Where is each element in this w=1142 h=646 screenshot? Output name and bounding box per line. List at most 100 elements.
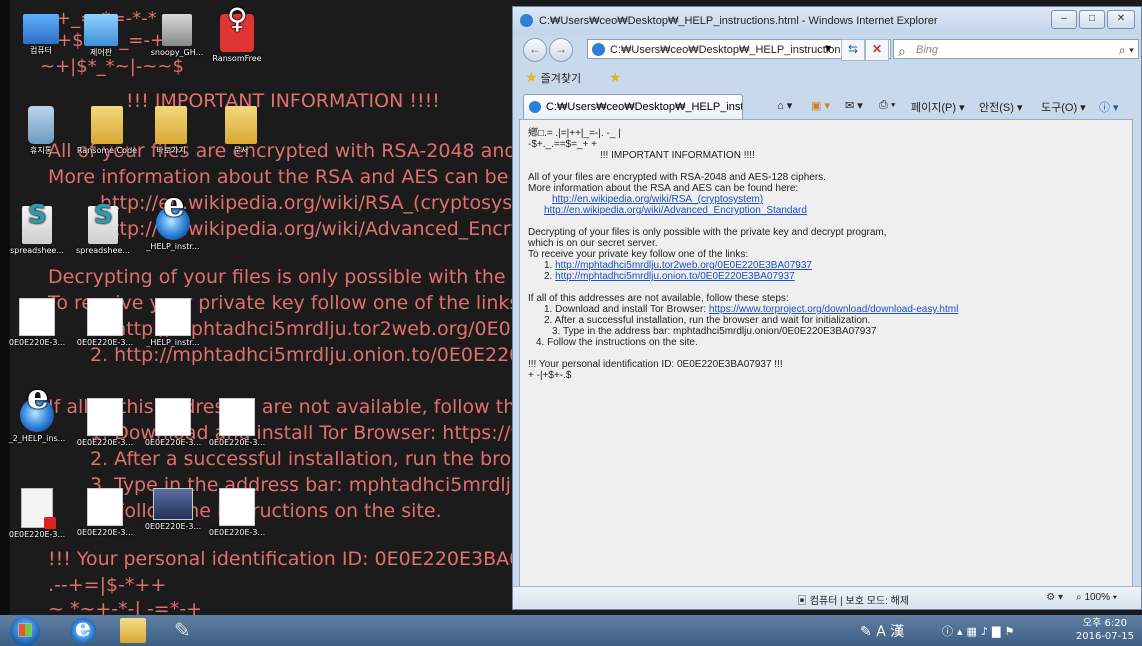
- desktop-icon-spreadsheet[interactable]: spreadshee...: [66, 206, 140, 256]
- desktop-icon-encrypted-file[interactable]: 0E0E220E-3...: [0, 488, 74, 540]
- volume-icon[interactable]: ♪: [981, 625, 992, 638]
- junk-line: + -|+$+-.$: [528, 370, 572, 381]
- desktop-icon-encrypted-file[interactable]: 0E0E220E-3...: [68, 488, 142, 538]
- flag-icon[interactable]: ⚑: [1004, 625, 1018, 638]
- forward-button[interactable]: →: [549, 38, 573, 62]
- desktop-icon-ransomfree[interactable]: RansomFree: [200, 14, 274, 64]
- refresh-button[interactable]: ⇆: [841, 39, 865, 61]
- junk-line: 鄕□.= .|=|++|_=-|. -_ |: [528, 128, 621, 139]
- link-torproject[interactable]: https://www.torproject.org/download/down…: [709, 304, 958, 315]
- safety-menu[interactable]: 안전(S) ▾: [979, 99, 1022, 115]
- desktop-icon-encrypted-file[interactable]: 0E0E220E-3...: [136, 488, 210, 532]
- search-box[interactable]: ⌕ Bing ⌕ ▾: [893, 39, 1139, 59]
- document-icon: [87, 398, 123, 436]
- tab-row: C:₩Users₩ceo₩Desktop₩_HELP_inst... ⌂ ▾ ▣…: [513, 91, 1141, 119]
- help-icon[interactable]: ⓘ: [942, 625, 957, 638]
- link-onion[interactable]: http://mphtadhci5mrdlju.onion.to/0E0E220…: [555, 271, 795, 282]
- zoom-icon: ⌕: [1076, 592, 1082, 603]
- favorites-button[interactable]: ★ 즐겨찾기: [525, 69, 581, 86]
- desktop-icon-ransome-code[interactable]: Ransome Code: [70, 106, 144, 156]
- desktop-icon-encrypted-file[interactable]: 0E0E220E-3...: [68, 398, 142, 448]
- clock[interactable]: 오후 6:20 2016-07-15: [1076, 617, 1134, 643]
- folder-icon: [155, 106, 187, 144]
- tab-label: C:₩Users₩ceo₩Desktop₩_HELP_inst...: [546, 101, 743, 113]
- desktop-icon-encrypted-file[interactable]: 0E0E220E-3...: [200, 398, 274, 448]
- desktop-icon-label: 문서: [233, 146, 249, 155]
- step-text: 4. Follow the instructions on the site.: [536, 337, 698, 348]
- spreadsheet-icon: [88, 206, 118, 244]
- desktop-icon-encrypted-file[interactable]: 0E0E220E-3...: [68, 298, 142, 348]
- spreadsheet-icon: [22, 206, 52, 244]
- taskbar-paint-icon[interactable]: [170, 618, 196, 643]
- address-dropdown-icon[interactable]: ▾: [821, 39, 835, 59]
- desktop-icon-label: 0E0E220E-3...: [144, 522, 202, 531]
- stop-button[interactable]: ✕: [865, 39, 889, 61]
- document-icon: [87, 298, 123, 336]
- link-aes[interactable]: http://en.wikipedia.org/wiki/Advanced_En…: [544, 205, 807, 216]
- desktop-icon-encrypted-file[interactable]: 0E0E220E-3...: [200, 488, 274, 538]
- tab-help-instructions[interactable]: C:₩Users₩ceo₩Desktop₩_HELP_inst...: [523, 94, 743, 119]
- taskbar-explorer-icon[interactable]: [120, 618, 146, 643]
- minimize-button[interactable]: –: [1051, 10, 1077, 29]
- ime-indicator[interactable]: ✎ A 漢: [860, 621, 904, 641]
- show-hidden-icon[interactable]: ▴: [957, 625, 967, 638]
- tray-icons[interactable]: ⓘ▴▦♪▇⚑: [942, 623, 1018, 639]
- desktop-icon-label: 0E0E220E-3...: [76, 528, 134, 537]
- clock-time: 오후 6:20: [1082, 618, 1127, 629]
- zoom-control[interactable]: ⌕ 100% ▾: [1076, 592, 1117, 603]
- desktop-icon-help-instructions-txt[interactable]: _HELP_instr...: [136, 298, 210, 348]
- ransomfree-icon: [220, 14, 254, 52]
- search-go-icon[interactable]: ⌕ ▾: [1119, 40, 1134, 60]
- pdf-icon: [21, 488, 56, 529]
- text-line: More information about the RSA and AES c…: [528, 183, 799, 194]
- home-button[interactable]: ⌂ ▾: [777, 99, 792, 112]
- signal-icon[interactable]: ▇: [992, 625, 1004, 638]
- desktop-icon-label: 0E0E220E-3...: [144, 438, 202, 447]
- system-tray: ✎ A 漢 ⓘ▴▦♪▇⚑ 오후 6:20 2016-07-15: [852, 615, 1142, 646]
- tools-menu[interactable]: 도구(O) ▾: [1041, 99, 1086, 115]
- help-icon[interactable]: ⓘ ▾: [1099, 99, 1119, 115]
- desktop-icon-label: 0E0E220E-3...: [76, 438, 134, 447]
- step-text: 1. Download and install Tor Browser:: [544, 304, 707, 315]
- desktop-icon-shortcuts[interactable]: 바로가기: [134, 106, 208, 156]
- taskbar-ie-icon[interactable]: [70, 613, 96, 643]
- folder-icon: [91, 106, 123, 144]
- text-line: Decrypting of your files is only possibl…: [528, 227, 887, 238]
- document-icon: [155, 398, 191, 436]
- desktop-icon-documents[interactable]: 문서: [204, 106, 278, 156]
- ie-page-icon: [592, 43, 605, 56]
- link-rsa[interactable]: http://en.wikipedia.org/wiki/RSA_(crypto…: [552, 194, 763, 205]
- security-zone[interactable]: ▣ 컴퓨터 | 보호 모드: 해제: [797, 592, 909, 607]
- desktop-icon-encrypted-file[interactable]: 0E0E220E-3...: [136, 398, 210, 448]
- link-tor2web[interactable]: http://mphtadhci5mrdlju.tor2web.org/0E0E…: [555, 260, 812, 271]
- add-favorite-button[interactable]: ★: [609, 69, 622, 86]
- desktop-icon-recycle-bin[interactable]: 휴지통: [4, 106, 78, 156]
- desktop-icon-help-instructions[interactable]: _HELP_instr...: [136, 200, 210, 252]
- desktop-icon-spreadsheet[interactable]: spreadshee...: [0, 206, 74, 256]
- feeds-button[interactable]: ▣ ▾: [811, 99, 830, 112]
- document-icon: [219, 398, 255, 436]
- network-icon[interactable]: ▦: [967, 625, 981, 638]
- bing-search-icon: ⌕: [898, 43, 906, 59]
- maximize-button[interactable]: □: [1079, 10, 1105, 29]
- wallpaper-text: Decrypting of your files is only possibl…: [48, 266, 524, 288]
- wallpaper-text: 2. After a successful installation, run …: [90, 448, 537, 470]
- start-button[interactable]: [10, 616, 40, 646]
- desktop-icon-encrypted-file[interactable]: 0E0E220E-3...: [0, 298, 74, 348]
- desktop-icon-2-help-instructions[interactable]: _2_HELP_ins...: [0, 392, 74, 444]
- desktop-icon-label: 0E0E220E-3...: [208, 528, 266, 537]
- close-button[interactable]: ✕: [1107, 10, 1135, 29]
- address-row: ← → C:₩Users₩ceo₩Desktop₩_HELP_instructi…: [513, 35, 1141, 63]
- desktop-icon-control-panel[interactable]: 제어판: [64, 14, 138, 58]
- print-button[interactable]: ⎙ ▾: [879, 99, 895, 112]
- ie-app-icon: [520, 14, 533, 27]
- status-options-icon[interactable]: ⚙ ▾: [1046, 592, 1063, 603]
- title-bar[interactable]: C:₩Users₩ceo₩Desktop₩_HELP_instructions.…: [513, 7, 1141, 35]
- back-button[interactable]: ←: [523, 38, 547, 62]
- document-icon: [155, 298, 191, 336]
- page-menu[interactable]: 페이지(P) ▾: [911, 99, 965, 115]
- list-number: 2.: [544, 271, 553, 282]
- ie-window: C:₩Users₩ceo₩Desktop₩_HELP_instructions.…: [512, 6, 1142, 610]
- mail-button[interactable]: ✉ ▾: [845, 99, 863, 112]
